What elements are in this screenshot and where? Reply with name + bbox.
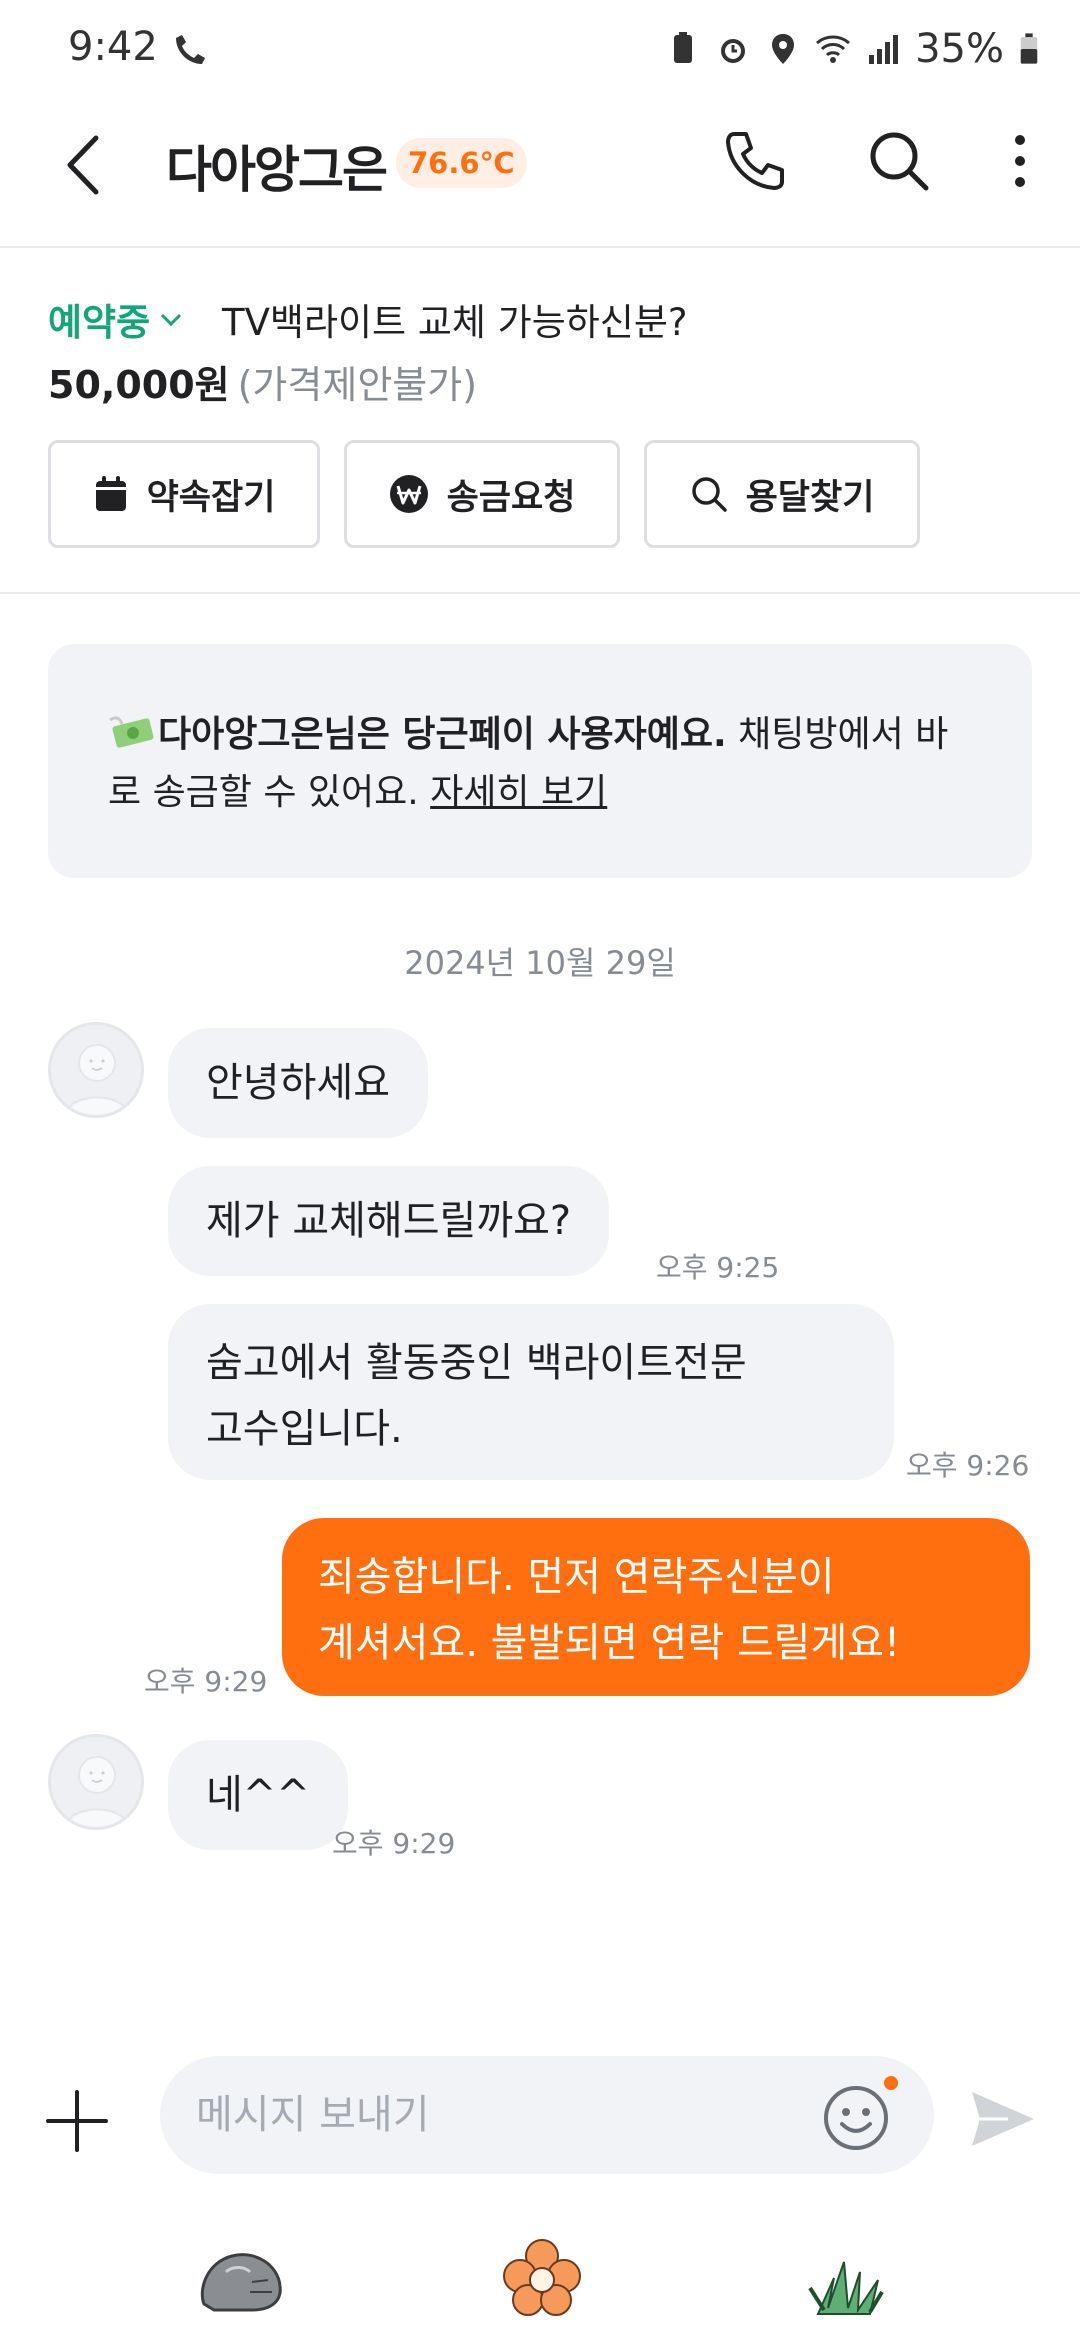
trade-status-dropdown[interactable]: 예약중	[48, 292, 186, 346]
remittance-request-button[interactable]: 송금요청	[344, 440, 620, 548]
phone-icon[interactable]	[720, 126, 790, 196]
product-actions: 약속잡기 송금요청 용달찾기	[48, 440, 920, 548]
calendar-icon	[95, 476, 126, 511]
remittance-request-label: 송금요청	[446, 477, 576, 518]
product-price: 50,000원	[48, 363, 230, 407]
message-time: 오후 9:26	[906, 1449, 1030, 1482]
battery-icon	[1020, 33, 1038, 64]
date-separator: 2024년 10월 29일	[404, 944, 676, 982]
trade-status-label: 예약중	[48, 301, 151, 344]
chevron-down-icon	[161, 313, 182, 327]
won-coin-icon	[389, 475, 428, 513]
message-bubble[interactable]: 안녕하세요	[168, 1028, 428, 1138]
price-row: 50,000원 (가격제안불가)	[48, 354, 477, 409]
avatar[interactable]	[48, 1734, 144, 1830]
find-delivery-label: 용달찾기	[745, 477, 875, 518]
battery-percent: 35%	[915, 26, 1004, 72]
message-line: 죄송합니다. 먼저 연락주신분이	[318, 1554, 835, 1600]
product-title[interactable]: TV백라이트 교체 가능하신분?	[222, 292, 688, 346]
schedule-label: 약속잡기	[146, 477, 276, 518]
sticker-bar	[0, 2228, 1080, 2340]
wifi-icon	[816, 35, 851, 63]
wifi-call-icon	[176, 35, 205, 64]
message-time: 오후 9:25	[656, 1251, 780, 1284]
back-icon[interactable]	[56, 130, 112, 200]
status-icons: 35%	[665, 26, 1040, 72]
money-wings-icon	[109, 716, 154, 748]
banner-bold-text: 다아앙그은님은 당근페이 사용자예요.	[158, 714, 727, 755]
message-time: 오후 9:29	[144, 1665, 268, 1698]
alarm-icon	[721, 39, 746, 63]
price-note: (가격제안불가)	[237, 363, 478, 407]
signal-icon	[869, 35, 899, 64]
status-time: 9:42	[68, 24, 158, 70]
message-bubble[interactable]: 숨고에서 활동중인 백라이트전문 고수입니다.	[168, 1304, 894, 1480]
chat-partner-name: 다아앙그은	[166, 141, 388, 199]
new-indicator-dot	[884, 2076, 898, 2090]
send-icon[interactable]	[968, 2086, 1038, 2152]
location-icon	[772, 34, 795, 64]
find-delivery-button[interactable]: 용달찾기	[644, 440, 920, 548]
plus-icon[interactable]	[44, 2088, 110, 2154]
my-message-bubble[interactable]: 죄송합니다. 먼저 연락주신분이 계셔서요. 불발되면 연락 드릴게요!	[282, 1518, 1030, 1696]
message-bubble[interactable]: 네^^	[168, 1740, 348, 1850]
rock-sticker-icon[interactable]	[192, 2238, 288, 2318]
message-bubble[interactable]: 제가 교체해드릴까요?	[168, 1166, 610, 1276]
message-input-bar	[0, 2046, 1080, 2186]
message-time: 오후 9:29	[332, 1827, 456, 1860]
battery-saver-icon	[674, 32, 693, 63]
search-icon[interactable]	[864, 126, 934, 196]
message-line: 계셔서요. 불발되면 연락 드릴게요!	[318, 1620, 901, 1666]
banner-detail-link[interactable]: 자세히 보기	[430, 772, 607, 813]
schedule-button[interactable]: 약속잡기	[48, 440, 320, 548]
message-input[interactable]	[160, 2056, 934, 2174]
plant-sticker-icon[interactable]	[798, 2238, 894, 2318]
search-icon	[691, 477, 727, 512]
manner-temperature-badge[interactable]: 76.6℃	[396, 138, 527, 188]
message-line: 숨고에서 활동중인 백라이트전문	[206, 1340, 747, 1386]
default-profile-icon	[64, 1044, 130, 1115]
status-bar: 9:42 35%	[0, 0, 1080, 100]
chat-header: 다아앙그은 76.6℃	[0, 100, 1080, 248]
message-line: 고수입니다.	[206, 1406, 403, 1452]
default-profile-icon	[64, 1756, 130, 1827]
more-options-icon[interactable]	[1000, 126, 1040, 196]
emoji-icon[interactable]	[820, 2082, 892, 2154]
flower-sticker-icon[interactable]	[494, 2238, 590, 2318]
product-info: 예약중 TV백라이트 교체 가능하신분? 50,000원 (가격제안불가) 약속잡…	[0, 248, 1080, 594]
avatar[interactable]	[48, 1022, 144, 1118]
pay-info-banner: 다아앙그은님은 당근페이 사용자예요. 채팅방에서 바로 송금할 수 있어요. …	[48, 644, 1032, 878]
